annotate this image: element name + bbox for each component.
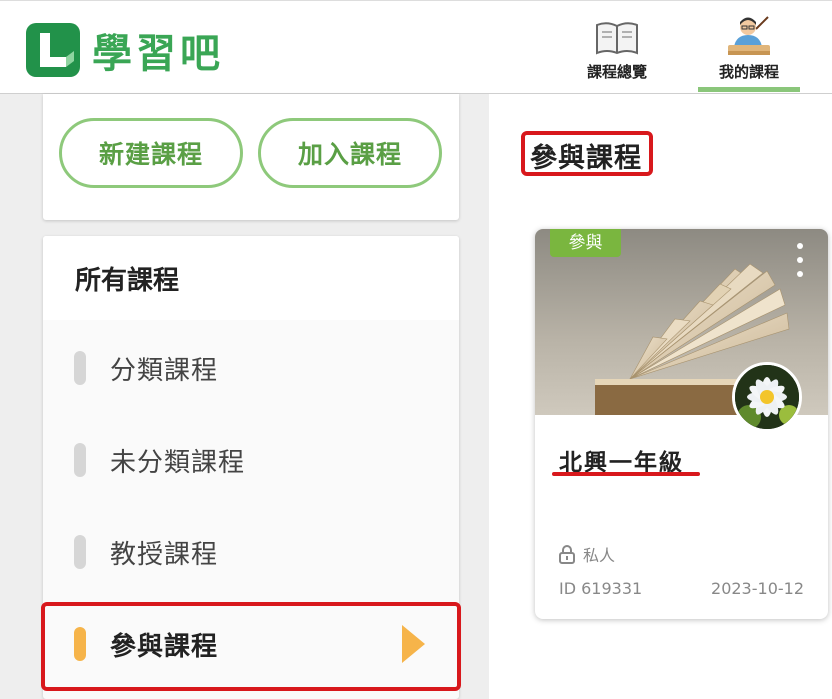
join-course-button[interactable]: 加入課程 [258,118,442,188]
section-title: 參與課程 [530,143,642,174]
item-indicator [74,627,86,661]
item-indicator [74,443,86,477]
course-filter-list: 所有課程 分類課程 未分類課程 教授課程 參與課程 [43,236,459,699]
privacy-label: 私人 [583,546,616,565]
item-indicator [74,535,86,569]
sidebar-item-label: 教授課程 [110,539,219,570]
course-avatar [732,362,802,432]
course-card[interactable]: 參與 北興一年級 私人 ID 619331 2023-10-12 [535,229,828,619]
logo[interactable]: 學習吧 [26,21,224,79]
column-divider [474,94,489,699]
course-actions-card: 新建課程 加入課程 [43,94,459,220]
list-title: 所有課程 [43,236,459,320]
teacher-icon [726,11,772,55]
course-privacy: 私人 [559,542,615,566]
sidebar-item-categorized[interactable]: 分類課程 [43,322,459,414]
top-header: 學習吧 課程總覽 我的課程 [0,0,832,94]
new-course-button[interactable]: 新建課程 [59,118,243,188]
nav-my-courses-label: 我的課程 [718,63,779,81]
lock-icon [559,545,575,564]
caret-right-icon [402,625,425,663]
sidebar-item-label: 未分類課程 [110,447,246,478]
nav-course-overview[interactable]: 課程總覽 [566,11,668,93]
logo-text: 學習吧 [92,31,224,77]
course-id: ID 619331 [559,579,643,598]
sidebar-item-uncategorized[interactable]: 未分類課程 [43,414,459,506]
course-name: 北興一年級 [559,450,684,476]
sidebar-item-participating[interactable]: 參與課程 [43,598,459,690]
more-options-icon[interactable] [792,243,808,277]
sidebar-item-label: 參與課程 [110,631,219,662]
sidebar-item-label: 分類課程 [110,355,219,386]
sidebar-item-teaching[interactable]: 教授課程 [43,506,459,598]
course-date: 2023-10-12 [711,579,804,598]
nav-course-overview-label: 課程總覽 [586,63,647,81]
item-indicator [74,351,86,385]
book-icon [595,11,639,55]
participant-tag: 參與 [550,229,621,257]
logo-mark-icon [26,23,80,77]
nav-active-indicator [698,87,800,92]
nav-my-courses[interactable]: 我的課程 [698,11,800,93]
